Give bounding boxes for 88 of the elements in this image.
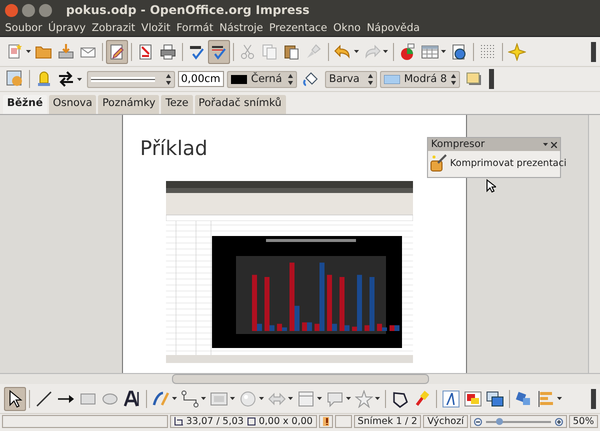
caret-icon[interactable] bbox=[543, 143, 548, 146]
mouse-pointer-icon bbox=[486, 179, 496, 193]
window-title: pokus.odp - OpenOffice.org Impress bbox=[66, 3, 310, 17]
caret-icon[interactable] bbox=[26, 50, 31, 53]
view-tab[interactable]: Poznámky bbox=[98, 95, 160, 114]
menu-item[interactable]: Nápověda bbox=[364, 22, 423, 34]
close-icon[interactable] bbox=[5, 4, 18, 16]
rotate-shapes-icon[interactable] bbox=[515, 390, 533, 408]
clipboard-icon[interactable] bbox=[283, 42, 301, 60]
color-swatch bbox=[384, 74, 400, 84]
line-style-dropdown[interactable] bbox=[87, 70, 175, 88]
caret-icon[interactable] bbox=[441, 50, 446, 53]
menu-item[interactable]: Soubor bbox=[2, 22, 46, 34]
zoom-in-icon[interactable] bbox=[554, 418, 563, 426]
spinner-arrows-icon[interactable] bbox=[451, 74, 456, 84]
vertical-scrollbar[interactable] bbox=[588, 115, 600, 373]
menu-item[interactable]: Nástroje bbox=[216, 22, 266, 34]
caret-icon[interactable] bbox=[557, 397, 562, 400]
shadow-square-icon[interactable] bbox=[465, 70, 483, 88]
area-color-dropdown[interactable]: Modrá 8 bbox=[380, 70, 460, 88]
maximize-icon[interactable] bbox=[39, 4, 52, 16]
caret-icon[interactable] bbox=[383, 50, 388, 53]
zoom-level: 50% bbox=[568, 415, 598, 428]
warning-icon bbox=[322, 417, 329, 426]
align-icon[interactable] bbox=[537, 390, 555, 408]
menu-item[interactable]: Vložit bbox=[138, 22, 174, 34]
view-tab[interactable]: Pořadač snímků bbox=[194, 95, 286, 114]
menu-item[interactable]: Formát bbox=[173, 22, 216, 34]
menu-item[interactable]: Okno bbox=[330, 22, 364, 34]
spinner-arrows-icon[interactable] bbox=[166, 74, 171, 84]
swap-arrows-icon[interactable] bbox=[57, 70, 75, 88]
line-color-dropdown[interactable]: Černá bbox=[227, 70, 297, 88]
image-frame-icon[interactable] bbox=[464, 390, 482, 408]
connector-icon[interactable] bbox=[181, 390, 199, 408]
area-fill-icon[interactable] bbox=[6, 70, 24, 88]
table-icon[interactable] bbox=[421, 42, 439, 60]
panel-title: Kompresor bbox=[431, 139, 486, 150]
minimize-icon[interactable] bbox=[22, 4, 35, 16]
sparkle-star-icon[interactable] bbox=[508, 42, 526, 60]
caret-icon[interactable] bbox=[172, 397, 177, 400]
caret-icon[interactable] bbox=[230, 397, 235, 400]
caret-icon[interactable] bbox=[317, 397, 322, 400]
fontwork-icon[interactable] bbox=[442, 390, 460, 408]
close-icon[interactable] bbox=[551, 142, 557, 148]
size-icon bbox=[246, 417, 256, 426]
area-style-dropdown[interactable]: Barva bbox=[325, 70, 377, 88]
line-width-field[interactable]: 0,00cm bbox=[178, 71, 224, 87]
curve-pen-icon[interactable] bbox=[152, 390, 170, 408]
line-icon[interactable] bbox=[35, 390, 53, 408]
caret-icon[interactable] bbox=[346, 397, 351, 400]
caret-icon[interactable] bbox=[288, 397, 293, 400]
line-sample-icon bbox=[91, 76, 155, 82]
caret-icon[interactable] bbox=[354, 50, 359, 53]
layout-name: Výchozí bbox=[423, 415, 468, 428]
position-field: 33,07 / 5,03 0,00 x 0,00 bbox=[170, 415, 317, 428]
polygon-points-icon[interactable] bbox=[391, 390, 409, 408]
slide-counter: Snímek 1 / 2 bbox=[354, 415, 422, 428]
status-field bbox=[334, 415, 352, 428]
toolbar-handle[interactable] bbox=[489, 69, 494, 89]
star-outline-icon[interactable] bbox=[355, 390, 373, 408]
position-icon bbox=[174, 417, 184, 426]
paint-bucket-icon[interactable] bbox=[302, 70, 320, 88]
menu-item[interactable]: Úpravy bbox=[45, 22, 89, 34]
globe-document-icon[interactable] bbox=[450, 42, 468, 60]
compress-button[interactable]: Komprimovat prezentaci bbox=[428, 151, 568, 175]
caret-icon[interactable] bbox=[375, 397, 380, 400]
toolbar-handle[interactable] bbox=[591, 42, 596, 62]
windows-icon[interactable] bbox=[486, 390, 504, 408]
caret-icon[interactable] bbox=[259, 397, 264, 400]
scrollbar-thumb[interactable] bbox=[172, 374, 428, 384]
caret-icon[interactable] bbox=[201, 397, 206, 400]
spinner-arrows-icon[interactable] bbox=[288, 74, 293, 84]
menu-item[interactable]: Zobrazit bbox=[88, 22, 138, 34]
view-tab[interactable]: Teze bbox=[161, 95, 193, 114]
text-frame-icon[interactable] bbox=[123, 390, 141, 408]
spinner-arrows-icon[interactable] bbox=[368, 74, 373, 84]
wand-icon bbox=[430, 154, 448, 172]
view-tab[interactable]: Běžné bbox=[3, 95, 47, 114]
chart-icon[interactable] bbox=[399, 42, 417, 60]
toolbar-handle[interactable] bbox=[591, 388, 596, 408]
zoom-out-icon[interactable] bbox=[474, 418, 482, 426]
tray-icon[interactable] bbox=[57, 42, 75, 60]
caret-icon[interactable] bbox=[77, 78, 82, 80]
slide-title: Příklad bbox=[140, 136, 208, 160]
color-swatch bbox=[231, 74, 247, 84]
menu-item[interactable]: Prezentace bbox=[266, 22, 330, 34]
printer-icon[interactable] bbox=[159, 42, 177, 60]
view-tab[interactable]: Osnova bbox=[48, 95, 96, 114]
